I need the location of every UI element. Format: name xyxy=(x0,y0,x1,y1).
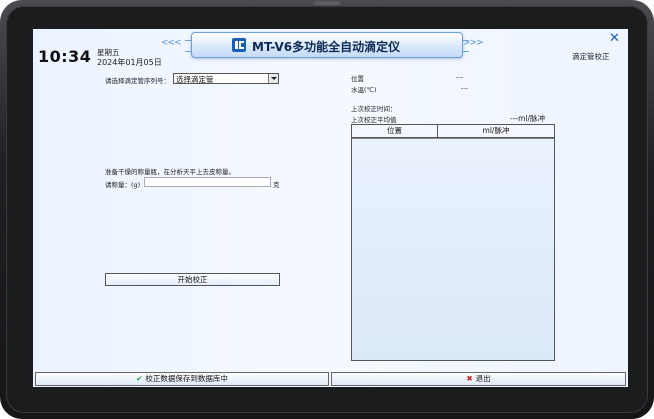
close-icon[interactable]: ✕ xyxy=(609,31,620,46)
position-value: --- xyxy=(456,73,464,81)
app-title: MT-V6多功能全自动滴定仪 xyxy=(252,40,401,54)
last-calib-avg-label: 上次校正平均值 xyxy=(351,116,397,124)
exit-button-label: 退出 xyxy=(475,374,491,383)
chevrons-right-icon: >>> xyxy=(463,38,484,48)
date-label: 2024年01月05日 xyxy=(97,58,162,67)
close-red-icon: ✖ xyxy=(466,374,473,383)
brand-logo-icon xyxy=(232,38,246,52)
save-to-database-button[interactable]: ✔ 校正数据保存到数据库中 xyxy=(35,372,329,386)
tube-select[interactable]: 选择滴定管 xyxy=(173,73,279,84)
position-label: 位置 xyxy=(351,75,364,83)
screen: 10:34 星期五 2024年01月05日 <<< MT-V6多功能全自动滴定仪… xyxy=(33,29,628,387)
last-calib-time-label: 上次校正时间： xyxy=(351,105,397,113)
water-temp-value: --- xyxy=(461,84,469,92)
title-bar: MT-V6多功能全自动滴定仪 xyxy=(185,32,469,58)
clock-time: 10:34 xyxy=(38,47,92,66)
last-calib-avg-value: ---ml/脉冲 xyxy=(510,114,546,123)
column-header-position: 位置 xyxy=(352,125,438,137)
footer: ✔ 校正数据保存到数据库中 ✖ 退出 xyxy=(33,372,628,387)
start-calibration-button[interactable]: 开始校正 xyxy=(105,273,280,286)
weigh-instruction: 准备干燥的称量瓶，在分析天平上去皮称量。 xyxy=(105,168,235,176)
exit-button[interactable]: ✖ 退出 xyxy=(331,372,626,386)
chevron-down-icon[interactable] xyxy=(268,74,278,83)
chevrons-left-icon: <<< xyxy=(161,38,182,48)
tube-select-label: 请选择滴定管序列号： xyxy=(105,77,170,85)
column-header-ml-per-pulse: ml/脉冲 xyxy=(482,126,510,135)
tube-select-value: 选择滴定管 xyxy=(176,75,214,84)
table-header: 位置 ml/脉冲 xyxy=(352,125,554,138)
header: 10:34 星期五 2024年01月05日 <<< MT-V6多功能全自动滴定仪… xyxy=(33,29,628,67)
check-icon: ✔ xyxy=(136,374,143,383)
camera-bar xyxy=(314,1,340,5)
weight-unit: 克 xyxy=(273,181,280,189)
water-temp-label: 水温(℃) xyxy=(351,86,377,94)
table-body xyxy=(352,138,554,360)
calibration-table: 位置 ml/脉冲 xyxy=(351,124,555,361)
weight-input[interactable] xyxy=(144,177,271,187)
weight-label: 请称量：(g) xyxy=(105,181,141,189)
page-name: 滴定管校正 xyxy=(572,52,610,61)
save-button-label: 校正数据保存到数据库中 xyxy=(145,374,228,383)
